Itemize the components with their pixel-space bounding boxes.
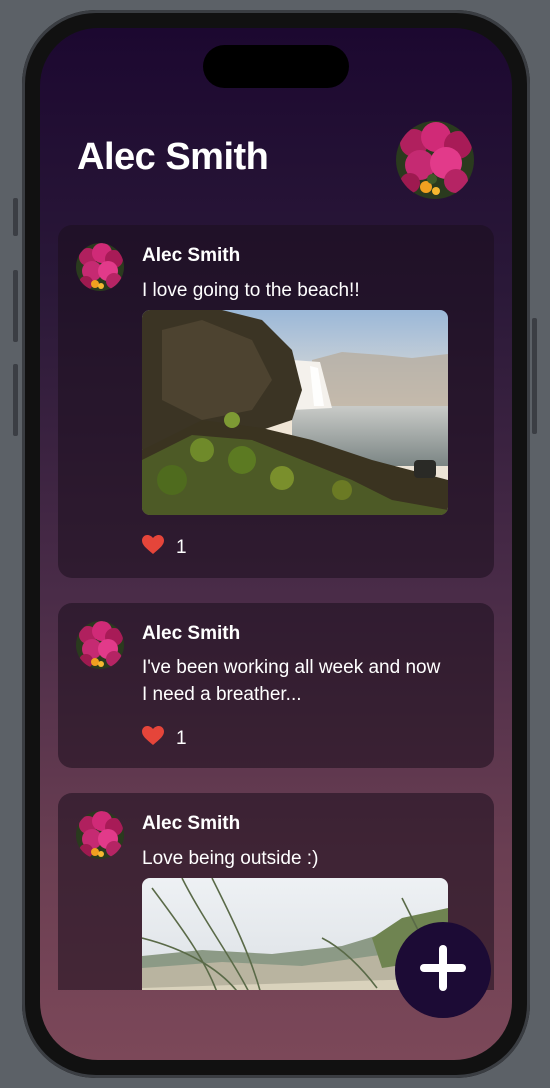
post-card: Alec Smith I love going to the beach!! 1 — [58, 225, 494, 578]
avatar[interactable] — [76, 621, 124, 669]
post-feed[interactable]: Alec Smith Alec Smith I love going to th… — [40, 28, 512, 990]
plus-icon — [418, 943, 468, 998]
volume-down-button — [13, 364, 18, 436]
volume-up-button — [13, 270, 18, 342]
power-button — [532, 318, 537, 434]
avatar[interactable] — [76, 243, 124, 291]
like-count: 1 — [176, 728, 187, 749]
like-count: 1 — [176, 537, 187, 558]
post-author: Alec Smith — [142, 813, 241, 834]
heart-icon[interactable] — [142, 726, 164, 752]
like-row: 1 — [142, 726, 187, 752]
dynamic-island — [203, 45, 349, 88]
avatar[interactable] — [76, 811, 124, 859]
post-card: Alec Smith I've been working all week an… — [58, 603, 494, 768]
post-author: Alec Smith — [142, 245, 241, 266]
action-button — [13, 198, 18, 236]
waterfall-photo[interactable] — [142, 310, 448, 515]
post-text: I've been working all week and now I nee… — [142, 657, 441, 705]
heart-icon[interactable] — [142, 535, 164, 561]
post-author: Alec Smith — [142, 623, 241, 644]
add-post-button[interactable] — [395, 922, 491, 1018]
like-row: 1 — [142, 535, 187, 561]
post-text: Love being outside :) — [142, 848, 319, 869]
post-text: I love going to the beach!! — [142, 280, 360, 301]
app-screen: Alec Smith Alec Smith I love going to th… — [40, 28, 512, 1060]
page-title: Alec Smith — [77, 136, 269, 178]
profile-avatar[interactable] — [396, 121, 474, 199]
